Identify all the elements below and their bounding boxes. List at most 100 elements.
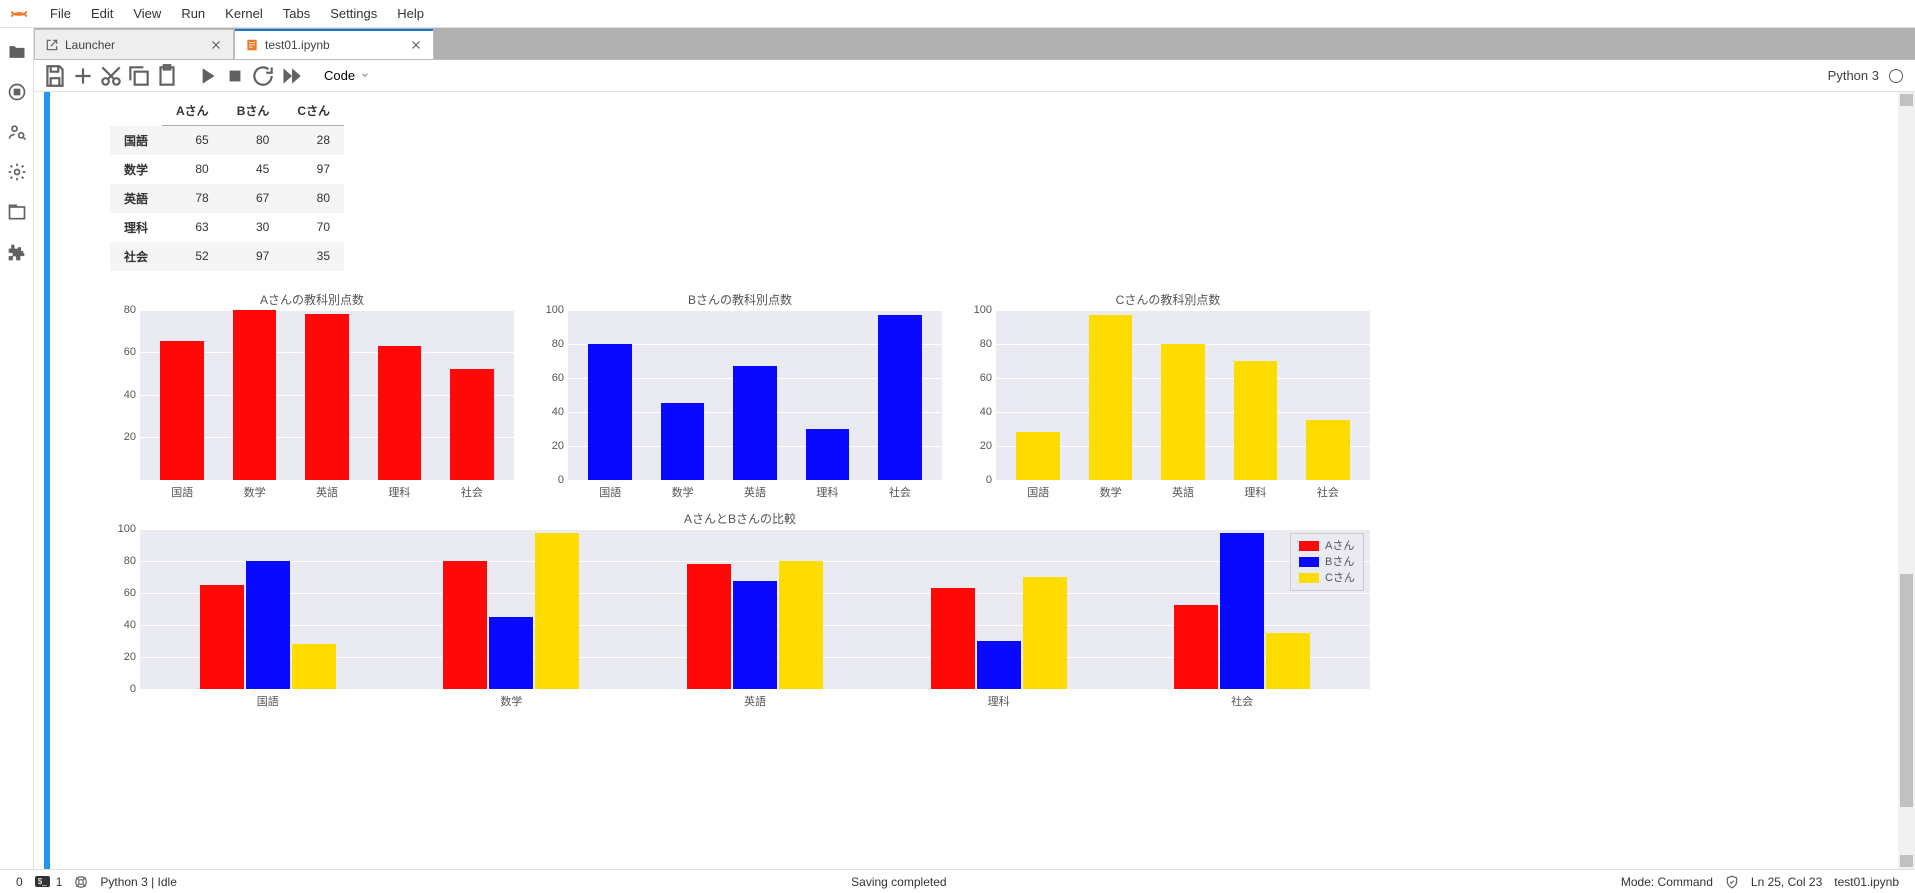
tab-launcher[interactable]: Launcher xyxy=(34,29,234,59)
mode-status[interactable]: Mode: Command xyxy=(1615,875,1719,889)
activity-bar xyxy=(0,28,34,869)
x-tick: 英語 xyxy=(291,484,363,500)
col-header: Bさん xyxy=(223,96,284,126)
y-tick: 40 xyxy=(114,389,136,401)
y-tick: 40 xyxy=(542,406,564,418)
plot-area: 20406080 xyxy=(140,310,514,480)
x-tick: 国語 xyxy=(1002,484,1074,500)
row-header: 英語 xyxy=(110,184,162,213)
bar xyxy=(1089,315,1132,480)
restart-button[interactable] xyxy=(250,63,276,89)
plot-area: 020406080100 xyxy=(568,310,942,480)
menu-kernel[interactable]: Kernel xyxy=(215,0,273,28)
terminals-count: 1 xyxy=(56,875,63,889)
y-tick: 80 xyxy=(114,555,136,567)
bar xyxy=(489,617,533,689)
terminals-status[interactable]: $_ 1 xyxy=(29,875,69,889)
cell-value: 80 xyxy=(223,126,284,155)
kernel-settings-icon[interactable] xyxy=(68,875,94,889)
notebook-toolbar: Code Python 3 xyxy=(34,60,1915,92)
trust-icon[interactable] xyxy=(1719,875,1745,889)
col-header: Aさん xyxy=(162,96,223,126)
cell-value: 28 xyxy=(283,126,344,155)
bar xyxy=(1234,361,1277,480)
bar xyxy=(1266,633,1310,689)
cell-value: 63 xyxy=(162,213,223,242)
menu-edit[interactable]: Edit xyxy=(81,0,123,28)
kernel-name[interactable]: Python 3 xyxy=(1828,68,1879,83)
y-tick: 80 xyxy=(970,338,992,350)
table-row: 英語786780 xyxy=(110,184,344,213)
close-icon[interactable] xyxy=(209,38,223,52)
user-search-icon[interactable] xyxy=(7,122,27,142)
stop-button[interactable] xyxy=(222,63,248,89)
col-header: Cさん xyxy=(283,96,344,126)
lifebuoy-icon xyxy=(74,875,88,889)
kernel-status[interactable]: Python 3 | Idle xyxy=(94,875,183,889)
run-button[interactable] xyxy=(194,63,220,89)
cell-value: 80 xyxy=(283,184,344,213)
bar xyxy=(233,310,276,480)
x-tick: 数学 xyxy=(646,484,718,500)
tab-test01-ipynb[interactable]: test01.ipynb xyxy=(234,29,434,59)
save-button[interactable] xyxy=(42,63,68,89)
bar xyxy=(1161,344,1204,480)
extension-icon[interactable] xyxy=(7,242,27,262)
x-tick: 理科 xyxy=(877,693,1121,709)
menu-help[interactable]: Help xyxy=(387,0,434,28)
status-center: Saving completed xyxy=(183,875,1615,889)
status-left-count[interactable]: 0 xyxy=(10,875,29,889)
paste-button[interactable] xyxy=(154,63,180,89)
status-bar: 0 $_ 1 Python 3 | Idle Saving completed … xyxy=(0,869,1915,893)
y-tick: 80 xyxy=(114,304,136,316)
cell-type-dropdown[interactable]: Code xyxy=(318,65,374,86)
x-tick: 数学 xyxy=(1074,484,1146,500)
kernel-status-icon[interactable] xyxy=(1889,69,1903,83)
dataframe-table: AさんBさんCさん 国語658028数学804597英語786780理科6330… xyxy=(110,96,344,271)
row-header: 数学 xyxy=(110,155,162,184)
tab-label: test01.ipynb xyxy=(265,38,330,52)
bar xyxy=(535,533,579,688)
y-tick: 100 xyxy=(114,523,136,535)
menu-run[interactable]: Run xyxy=(171,0,215,28)
bar xyxy=(733,581,777,688)
tabstrip: Launcher test01.ipynb xyxy=(34,28,1915,60)
chart-title: Bさんの教科別点数 xyxy=(538,291,942,308)
copy-button[interactable] xyxy=(126,63,152,89)
x-tick: 社会 xyxy=(1120,693,1364,709)
menu-view[interactable]: View xyxy=(123,0,171,28)
table-row: 国語658028 xyxy=(110,126,344,155)
close-icon[interactable] xyxy=(409,38,423,52)
menu-tabs[interactable]: Tabs xyxy=(273,0,320,28)
menu-file[interactable]: File xyxy=(40,0,81,28)
notebook-icon xyxy=(245,38,259,52)
cell-value: 78 xyxy=(162,184,223,213)
chart: Cさんの教科別点数020406080100国語数学英語理科社会 xyxy=(966,291,1370,500)
x-tick: 理科 xyxy=(791,484,863,500)
bar xyxy=(1023,577,1067,689)
cursor-position[interactable]: Ln 25, Col 23 xyxy=(1745,875,1828,889)
cell-value: 80 xyxy=(162,155,223,184)
gear-icon[interactable] xyxy=(7,162,27,182)
bar xyxy=(588,344,631,480)
tab-icon[interactable] xyxy=(7,202,27,222)
chart-title: AさんとBさんの比較 xyxy=(110,510,1370,527)
add-cell-button[interactable] xyxy=(70,63,96,89)
cut-button[interactable] xyxy=(98,63,124,89)
running-icon[interactable] xyxy=(7,82,27,102)
chart: Aさんの教科別点数20406080国語数学英語理科社会 xyxy=(110,291,514,500)
cell-value: 67 xyxy=(223,184,284,213)
cell-type-select[interactable]: Code xyxy=(318,65,374,86)
plot-area: 020406080100 xyxy=(996,310,1370,480)
filename-status[interactable]: test01.ipynb xyxy=(1828,875,1905,889)
bar xyxy=(292,644,336,689)
x-tick: 社会 xyxy=(1292,484,1364,500)
folder-icon[interactable] xyxy=(7,42,27,62)
bar xyxy=(200,585,244,689)
menu-settings[interactable]: Settings xyxy=(320,0,387,28)
y-tick: 20 xyxy=(114,431,136,443)
bar xyxy=(931,588,975,689)
run-all-button[interactable] xyxy=(278,63,304,89)
vertical-scrollbar[interactable] xyxy=(1898,92,1915,869)
cell-value: 35 xyxy=(283,242,344,271)
